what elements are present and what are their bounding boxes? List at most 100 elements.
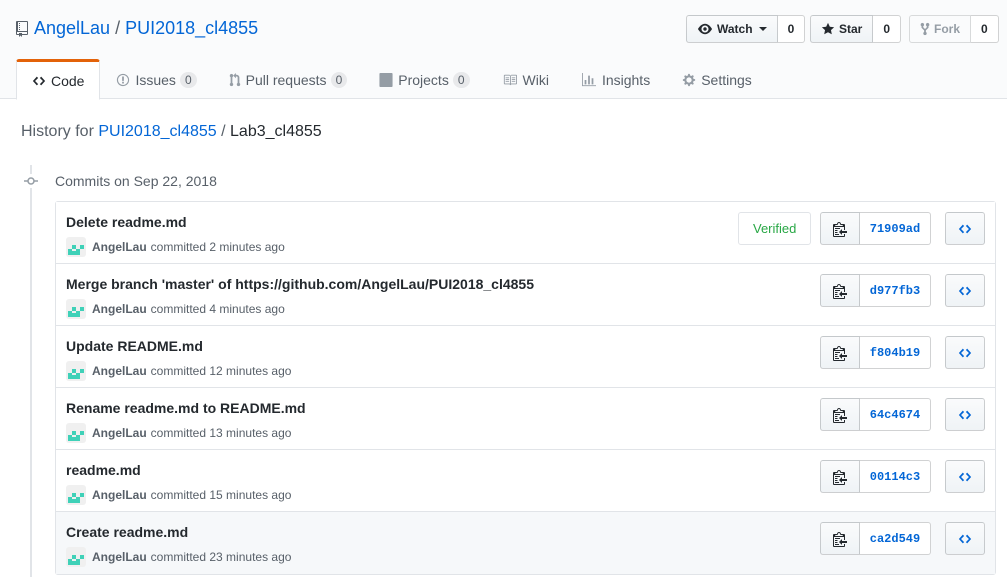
- code-icon: [958, 224, 972, 233]
- commit-author[interactable]: AngelLau: [92, 302, 147, 316]
- avatar[interactable]: [66, 547, 86, 567]
- copy-sha-button[interactable]: [820, 460, 860, 493]
- star-icon: [821, 22, 835, 35]
- browse-repo-button[interactable]: [945, 522, 985, 555]
- repo-name-link[interactable]: PUI2018_cl4855: [125, 18, 258, 39]
- browse-repo-button[interactable]: [945, 398, 985, 431]
- fork-count[interactable]: 0: [971, 15, 999, 43]
- copy-sha-button[interactable]: [820, 522, 860, 555]
- commit-message[interactable]: Merge branch 'master' of https://github.…: [66, 276, 534, 292]
- watch-button[interactable]: Watch: [686, 15, 778, 43]
- browse-repo-button[interactable]: [945, 212, 985, 245]
- code-icon: [958, 534, 972, 543]
- tab-label: Issues: [135, 72, 176, 88]
- tab-projects[interactable]: Projects 0: [363, 59, 485, 99]
- commit-sha-link[interactable]: 64c4674: [860, 398, 931, 431]
- tab-code[interactable]: Code: [16, 59, 101, 100]
- commit-time: 4 minutes ago: [209, 302, 285, 316]
- commit-list: Delete readme.md AngelLau committed 2 mi…: [55, 201, 996, 575]
- code-icon: [958, 286, 972, 295]
- repo-header: AngelLau / PUI2018_cl4855 Watch 0 Star 0…: [0, 0, 1007, 100]
- avatar[interactable]: [66, 237, 86, 257]
- repo-icon: [16, 20, 28, 37]
- tab-label: Settings: [701, 72, 752, 88]
- tab-pull-requests[interactable]: Pull requests 0: [213, 59, 364, 99]
- project-icon: [379, 73, 393, 87]
- fork-button[interactable]: Fork: [909, 15, 972, 43]
- commit-author[interactable]: AngelLau: [92, 550, 147, 564]
- history-prefix: History for: [21, 123, 94, 140]
- issues-counter: 0: [179, 72, 197, 88]
- timeline-line: [30, 165, 32, 577]
- commit-meta: AngelLau committed 2 minutes ago: [66, 237, 285, 257]
- commit-meta: AngelLau committed 12 minutes ago: [66, 361, 291, 381]
- avatar[interactable]: [66, 299, 86, 319]
- commit-sha-link[interactable]: 71909ad: [860, 212, 931, 245]
- tab-issues[interactable]: Issues 0: [100, 59, 212, 99]
- browse-repo-button[interactable]: [945, 460, 985, 493]
- copy-sha-button[interactable]: [820, 274, 860, 307]
- verified-badge[interactable]: Verified: [738, 212, 812, 245]
- commit-action: committed: [150, 364, 207, 378]
- commit-sha-group: d977fb3: [820, 274, 931, 307]
- projects-counter: 0: [452, 72, 470, 88]
- code-icon: [958, 410, 972, 419]
- commit-action: committed: [150, 488, 207, 502]
- breadcrumb: History for PUI2018_cl4855 / Lab3_cl4855: [21, 123, 322, 141]
- fork-label: Fork: [934, 22, 961, 36]
- commit-row: Update README.md AngelLau committed 12 m…: [56, 326, 995, 388]
- chevron-down-icon: [758, 27, 767, 31]
- commit-sha-group: 64c4674: [820, 398, 931, 431]
- watch-group: Watch 0: [686, 15, 806, 43]
- tab-settings[interactable]: Settings: [666, 59, 768, 99]
- browse-repo-button[interactable]: [945, 336, 985, 369]
- pull-requests-counter: 0: [330, 72, 348, 88]
- code-icon: [958, 472, 972, 481]
- commit-sha-link[interactable]: ca2d549: [860, 522, 931, 555]
- copy-sha-button[interactable]: [820, 212, 860, 245]
- commit-sha-link[interactable]: 00114c3: [860, 460, 931, 493]
- watch-count[interactable]: 0: [777, 15, 806, 43]
- commit-message[interactable]: Update README.md: [66, 338, 203, 354]
- commits-date-heading: Commits on Sep 22, 2018: [55, 173, 217, 189]
- copy-sha-button[interactable]: [820, 336, 860, 369]
- commit-sha-link[interactable]: f804b19: [860, 336, 931, 369]
- commit-author[interactable]: AngelLau: [92, 240, 147, 254]
- commit-author[interactable]: AngelLau: [92, 488, 147, 502]
- commit-message[interactable]: Create readme.md: [66, 524, 188, 540]
- commit-action: committed: [150, 426, 207, 440]
- browse-repo-button[interactable]: [945, 274, 985, 307]
- copy-sha-button[interactable]: [820, 398, 860, 431]
- history-repo-link[interactable]: PUI2018_cl4855: [98, 123, 216, 140]
- fork-icon: [920, 22, 930, 36]
- commit-time: 15 minutes ago: [209, 488, 292, 502]
- star-group: Star 0: [810, 15, 902, 43]
- commit-meta: AngelLau committed 13 minutes ago: [66, 423, 291, 443]
- star-button[interactable]: Star: [810, 15, 874, 43]
- commit-message[interactable]: readme.md: [66, 462, 141, 478]
- gear-icon: [683, 73, 696, 87]
- star-count[interactable]: 0: [873, 15, 902, 43]
- commit-message[interactable]: Rename readme.md to README.md: [66, 400, 306, 416]
- clipboard-icon: [833, 345, 847, 361]
- repo-title-separator: /: [115, 18, 121, 38]
- avatar[interactable]: [66, 485, 86, 505]
- commit-meta: AngelLau committed 15 minutes ago: [66, 485, 291, 505]
- commit-row: Delete readme.md AngelLau committed 2 mi…: [56, 202, 995, 264]
- tab-wiki[interactable]: Wiki: [486, 59, 565, 99]
- clipboard-icon: [833, 407, 847, 423]
- commit-time: 2 minutes ago: [209, 240, 285, 254]
- repo-owner-link[interactable]: AngelLau: [34, 18, 110, 39]
- commit-author[interactable]: AngelLau: [92, 364, 147, 378]
- history-separator: /: [221, 123, 226, 140]
- commit-sha-link[interactable]: d977fb3: [860, 274, 931, 307]
- commit-row: Create readme.md AngelLau committed 23 m…: [56, 512, 995, 574]
- avatar[interactable]: [66, 423, 86, 443]
- commit-message[interactable]: Delete readme.md: [66, 214, 187, 230]
- commit-time: 12 minutes ago: [209, 364, 292, 378]
- repo-title: AngelLau / PUI2018_cl4855: [16, 18, 258, 39]
- commit-row: Rename readme.md to README.md AngelLau c…: [56, 388, 995, 450]
- commit-author[interactable]: AngelLau: [92, 426, 147, 440]
- tab-insights[interactable]: Insights: [565, 59, 666, 99]
- avatar[interactable]: [66, 361, 86, 381]
